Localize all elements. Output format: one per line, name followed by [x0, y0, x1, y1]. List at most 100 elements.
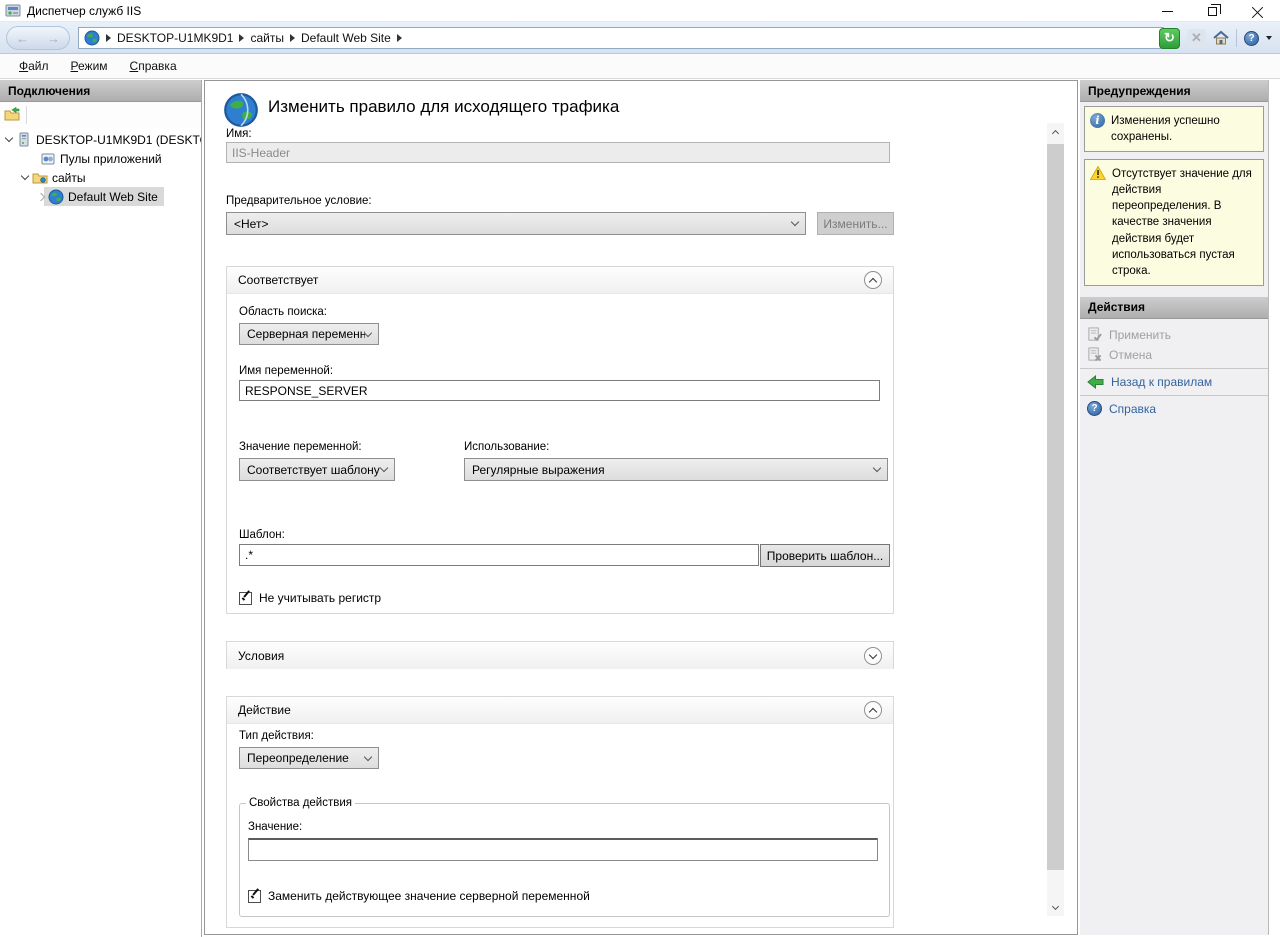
help-label: Справка — [1109, 402, 1156, 416]
scroll-down-button[interactable] — [1047, 899, 1064, 916]
site-globe-icon — [48, 189, 64, 205]
help-action[interactable]: ? Справка — [1080, 399, 1268, 419]
crumb-separator-icon — [397, 34, 402, 42]
back-icon[interactable]: ← — [16, 32, 29, 45]
action-section-header[interactable]: Действие — [227, 697, 893, 724]
chevron-up-icon — [1052, 129, 1059, 136]
refresh-button[interactable]: ↻ — [1159, 28, 1180, 49]
ignore-case-label: Не учитывать регистр — [259, 591, 381, 605]
apply-action: Применить — [1080, 325, 1268, 345]
sites-folder-icon — [32, 170, 48, 186]
close-button[interactable] — [1235, 0, 1280, 22]
minimize-button[interactable] — [1145, 0, 1190, 22]
home-icon[interactable] — [1213, 30, 1229, 46]
restore-button[interactable] — [1190, 0, 1235, 22]
menu-view[interactable]: Режим — [60, 56, 119, 76]
match-section-header[interactable]: Соответствует — [227, 267, 893, 294]
test-pattern-button[interactable]: Проверить шаблон... — [760, 544, 890, 567]
scope-select[interactable]: Серверная переменн — [239, 323, 379, 345]
connections-tree: DESKTOP-U1MK9D1 (DESKTOP Пулы приложений… — [0, 128, 201, 206]
scrollbar-thumb[interactable] — [1047, 144, 1064, 870]
server-icon — [16, 132, 32, 148]
navigation-buttons: ← → — [6, 26, 70, 50]
restore-icon — [1208, 7, 1217, 16]
conditions-section-title: Условия — [238, 649, 284, 663]
menu-file[interactable]: Файл — [8, 56, 60, 76]
tree-item-label: сайты — [52, 171, 86, 185]
tree-item-default-web-site[interactable]: Default Web Site — [0, 187, 201, 206]
info-alert: i Изменения успешно сохранены. — [1084, 106, 1264, 152]
crumb-server[interactable]: DESKTOP-U1MK9D1 — [117, 31, 233, 45]
cancel-action: Отмена — [1080, 345, 1268, 365]
variable-value-value: Соответствует шаблону — [247, 463, 380, 477]
warning-alert-text: Отсутствует значение для действия переоп… — [1112, 166, 1258, 279]
variable-name-field[interactable] — [239, 380, 880, 401]
using-select[interactable]: Регулярные выражения — [464, 458, 888, 481]
breadcrumb[interactable]: DESKTOP-U1MK9D1 сайты Default Web Site — [78, 27, 1164, 49]
crumb-separator-icon — [106, 34, 111, 42]
action-section: Действие Тип действия: Переопределение С… — [226, 696, 894, 928]
tree-item-server[interactable]: DESKTOP-U1MK9D1 (DESKTOP — [0, 130, 201, 149]
chevron-down-icon[interactable] — [21, 172, 29, 180]
connections-panel: Подключения DESKTOP-U1MK9D1 (DESKTOP — [0, 80, 202, 937]
chevron-down-icon — [1052, 902, 1059, 909]
info-icon: i — [1090, 113, 1105, 128]
action-properties-group: Свойства действия Значение: Заменить дей… — [239, 797, 890, 917]
ignore-case-checkbox[interactable]: Не учитывать регистр — [239, 591, 381, 605]
actions-header: Действия — [1080, 297, 1268, 319]
help-icon: ? — [1087, 401, 1102, 416]
variable-value-label: Значение переменной: — [239, 441, 362, 453]
scroll-up-button[interactable] — [1047, 123, 1064, 140]
chevron-down-icon — [791, 218, 799, 226]
apply-icon — [1087, 327, 1102, 342]
action-type-label: Тип действия: — [239, 730, 314, 742]
menu-help[interactable]: Справка — [119, 56, 188, 76]
chevron-down-icon[interactable] — [1266, 36, 1272, 40]
iis-app-icon — [5, 3, 21, 19]
chevron-down-icon — [873, 464, 881, 472]
pattern-field[interactable] — [239, 544, 759, 566]
action-value-field[interactable] — [248, 838, 878, 861]
action-type-select[interactable]: Переопределение — [239, 747, 379, 769]
tree-item-label: Пулы приложений — [60, 152, 162, 166]
save-connection-icon[interactable] — [4, 107, 20, 123]
menu-bar: Файл Режим Справка — [0, 54, 1280, 79]
minimize-icon — [1162, 11, 1173, 12]
chevron-down-icon[interactable] — [5, 134, 13, 142]
crumb-site[interactable]: Default Web Site — [301, 31, 391, 45]
match-section: Соответствует Область поиска: Серверная … — [226, 266, 894, 614]
page-title: Изменить правило для исходящего трафика — [268, 97, 619, 117]
tree-item-app-pools[interactable]: Пулы приложений — [0, 149, 201, 168]
precondition-select[interactable]: <Нет> — [226, 212, 806, 235]
selected-tree-item: Default Web Site — [44, 187, 164, 206]
back-to-rules-label: Назад к правилам — [1111, 375, 1212, 389]
crumb-sites[interactable]: сайты — [250, 31, 284, 45]
chevron-up-icon — [869, 707, 877, 715]
expand-section-button[interactable] — [864, 647, 882, 665]
info-alert-text: Изменения успешно сохранены. — [1111, 113, 1258, 145]
feature-view: Изменить правило для исходящего трафика … — [204, 80, 1078, 935]
tree-item-sites[interactable]: сайты — [0, 168, 201, 187]
checkbox-checked-icon — [239, 592, 252, 605]
pattern-label: Шаблон: — [239, 529, 285, 541]
chevron-down-icon — [380, 464, 388, 472]
collapse-section-button[interactable] — [864, 271, 882, 289]
action-section-title: Действие — [238, 703, 291, 717]
variable-value-select[interactable]: Соответствует шаблону — [239, 458, 395, 481]
scope-value: Серверная переменн — [247, 327, 365, 341]
chevron-down-icon — [869, 650, 877, 658]
title-bar: Диспетчер служб IIS — [0, 0, 1280, 22]
close-icon — [1252, 5, 1264, 17]
conditions-section-header[interactable]: Условия — [227, 642, 893, 669]
actions-panel: Предупреждения i Изменения успешно сохра… — [1080, 80, 1269, 935]
replace-value-checkbox[interactable]: Заменить действующее значение серверной … — [248, 889, 590, 903]
cancel-icon — [1087, 347, 1102, 362]
window-title: Диспетчер служб IIS — [27, 4, 141, 18]
back-to-rules-action[interactable]: Назад к правилам — [1080, 372, 1268, 392]
forward-icon[interactable]: → — [47, 32, 60, 45]
vertical-scrollbar[interactable] — [1047, 123, 1064, 916]
help-button[interactable]: ? — [1244, 31, 1259, 46]
chevron-down-icon — [364, 752, 372, 760]
stop-icon: ✕ — [1191, 30, 1202, 46]
collapse-section-button[interactable] — [864, 701, 882, 719]
